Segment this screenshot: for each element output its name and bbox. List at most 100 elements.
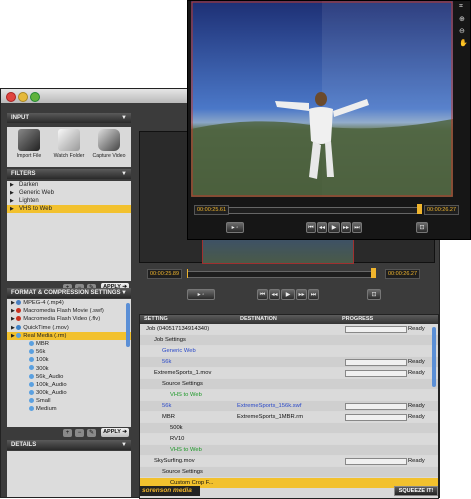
remove-format-button[interactable]: − [75,429,84,437]
crop-icon[interactable]: ⌗ [459,3,463,11]
close-window-button[interactable] [6,92,16,102]
format-item[interactable]: Small [7,397,131,405]
format-item[interactable]: MBR [7,340,131,348]
format-item[interactable]: ▶ MPEG-4 (.mp4) [7,299,131,307]
job-row[interactable]: Generic Web [140,346,438,356]
fast-forward-button[interactable]: ▸▸ [296,289,307,300]
zoom-out-icon[interactable]: ⊖ [459,27,465,35]
edit-format-button[interactable]: ✎ [87,429,96,437]
overlay-timecode-in[interactable]: 00:00:25.61 [194,205,230,215]
progress-bar [345,458,407,465]
job-row[interactable]: Job Settings [140,335,438,345]
go-to-start-button[interactable]: ⏮ [257,289,268,300]
job-row[interactable]: SkySurfing.mov Ready [140,456,438,466]
watch-folder-label: Watch Folder [53,153,85,159]
job-row[interactable]: RV10 [140,434,438,444]
format-item[interactable]: 300k_Audio [7,389,131,397]
format-item[interactable]: ▶ Macromedia Flash Movie (.swf) [7,307,131,315]
zoom-window-button[interactable] [30,92,40,102]
overlay-go-to-end-button[interactable]: ⏭ [352,222,362,233]
rewind-button[interactable]: ◂◂ [269,289,280,300]
format-item[interactable]: Medium [7,405,131,413]
job-row[interactable]: 56k Ready [140,357,438,367]
play-button[interactable]: ▶ [281,289,295,300]
status-label: Ready [408,403,425,409]
formats-apply-button[interactable]: APPLY ➔ [101,428,129,437]
filters-panel-header[interactable]: FILTERS ▼ [7,169,131,179]
filter-item[interactable]: ▶ Generic Web [7,189,131,197]
format-label: 300k_Audio [36,390,67,397]
hand-tool-icon[interactable]: ✋ [459,39,468,47]
format-item[interactable]: 100k_Audio [7,381,131,389]
out-point-marker[interactable] [371,268,376,278]
import-file-button[interactable]: Import File [9,129,49,159]
overlay-out-point-marker[interactable] [417,204,422,214]
overlay-go-to-start-button[interactable]: ⏮ [306,222,316,233]
column-header-setting[interactable]: SETTING [140,315,236,324]
timecode-in[interactable]: 00:00:25.89 [147,269,183,279]
formats-panel-header[interactable]: FORMAT & COMPRESSION SETTINGS ▼ [7,288,131,298]
format-item[interactable]: 100k [7,356,131,364]
format-icon [29,390,34,396]
job-setting-label: 56k [162,403,172,409]
overlay-crop-tool-button[interactable]: ⊡ [416,222,428,233]
job-row[interactable]: 56k ExtremeSports_156k.swf Ready [140,401,438,411]
input-panel-header[interactable]: INPUT ▼ [7,113,131,123]
column-header-destination[interactable]: DESTINATION [236,315,338,324]
job-row[interactable]: VHS to Web [140,445,438,455]
collapse-icon: ▼ [121,171,127,177]
overlay-rewind-button[interactable]: ◂◂ [317,222,327,233]
collapse-icon: ▼ [121,290,127,296]
status-label: Ready [408,326,425,332]
format-item[interactable]: 300k [7,365,131,373]
overlay-timeline-scrubber[interactable] [228,204,422,214]
in-point-marker[interactable] [187,269,188,278]
status-label: Ready [408,414,425,420]
video-side-toolbar: ⌗ ⊕ ⊖ ✋ [457,1,470,61]
job-row[interactable]: Source Settings [140,379,438,389]
job-row[interactable]: Job (040517134914340) Ready [140,324,438,334]
job-setting-label: MBR [162,414,175,420]
job-row[interactable]: Source Settings [140,467,438,477]
column-header-progress[interactable]: PROGRESS [338,315,438,324]
progress-bar [345,326,407,333]
filter-item[interactable]: ▶ Darken [7,181,131,189]
overlay-set-in-button[interactable]: ▸ ◦ [226,222,244,233]
crop-tool-button[interactable]: ⊡ [367,289,381,300]
job-row[interactable]: VHS to Web [140,390,438,400]
format-item[interactable]: 56k [7,348,131,356]
add-format-button[interactable]: + [63,429,72,437]
format-item[interactable]: ▶ QuickTime (.mov) [7,324,131,332]
job-list-scrollbar[interactable] [432,327,436,387]
job-setting-label: 500k [170,425,183,431]
filter-item[interactable]: ▶ Lighten [7,197,131,205]
zoom-in-icon[interactable]: ⊕ [459,15,465,23]
progress-bar [345,359,407,366]
squeeze-it-button[interactable]: SQUEEZE IT! [394,486,438,496]
format-label: Real Media (.rm) [23,332,67,339]
format-item[interactable]: ▶ Macromedia Flash Video (.flv) [7,315,131,323]
format-icon [16,332,22,338]
format-item-selected[interactable]: ▶ Real Media (.rm) [7,331,131,340]
format-icon [29,340,34,346]
job-setting-label: RV10 [170,436,185,442]
formats-scrollbar[interactable] [126,303,130,347]
format-label: QuickTime (.mov) [23,324,69,331]
overlay-fast-forward-button[interactable]: ▸▸ [341,222,351,233]
overlay-play-button[interactable]: ▶ [328,222,340,233]
job-row[interactable]: ExtremeSports_1.mov Ready [140,368,438,378]
job-setting-label: Source Settings [162,469,203,475]
capture-video-button[interactable]: Capture Video [89,129,129,159]
details-panel-header[interactable]: DETAILS ▼ [7,440,131,450]
watch-folder-button[interactable]: Watch Folder [49,129,89,159]
overlay-timecode-out[interactable]: 00:00:26.27 [424,205,460,215]
timecode-out[interactable]: 00:00:26.27 [385,269,421,279]
go-to-end-button[interactable]: ⏭ [308,289,319,300]
set-in-point-button[interactable]: ▸ ◦ [187,289,215,300]
filter-item-selected[interactable]: ▶ VHS to Web [7,205,131,213]
job-row[interactable]: MBR ExtremeSports_1MBR.rm Ready [140,412,438,422]
job-row[interactable]: 500k [140,423,438,433]
timeline-scrubber[interactable] [187,268,376,278]
minimize-window-button[interactable] [18,92,28,102]
format-item[interactable]: 56k_Audio [7,373,131,381]
